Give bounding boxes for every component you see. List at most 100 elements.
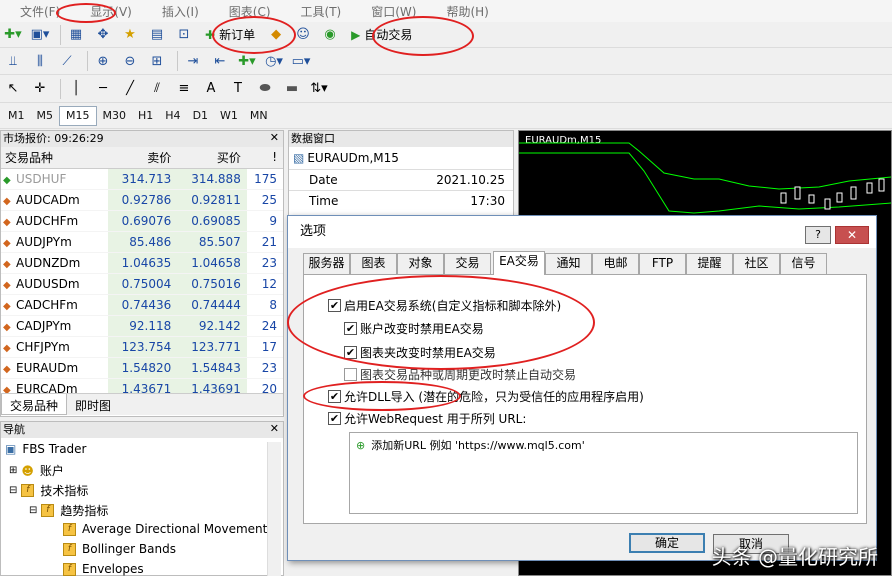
- text-label-icon[interactable]: T: [227, 78, 249, 100]
- close-icon[interactable]: ✕: [270, 422, 279, 435]
- table-row[interactable]: ◆ AUDCADm 0.92786 0.92811 25: [1, 189, 283, 211]
- tab-charts[interactable]: 图表: [350, 253, 397, 274]
- nav-item-envelopes[interactable]: f Envelopes: [63, 562, 144, 576]
- tab-ftp[interactable]: FTP: [639, 253, 686, 274]
- tf-h4[interactable]: H4: [159, 106, 186, 126]
- spread-cell: 9: [246, 210, 283, 232]
- rectangle-icon[interactable]: ▬: [281, 78, 303, 100]
- symbol-cell: ◆ AUDJPYm: [1, 231, 108, 253]
- ask-cell: 92.142: [177, 315, 247, 337]
- spread-cell: 17: [246, 336, 283, 358]
- tf-m15[interactable]: M15: [59, 105, 97, 126]
- chart-icon: ▧: [293, 151, 305, 165]
- horizontal-line-icon[interactable]: ─: [92, 78, 114, 100]
- table-row[interactable]: ◆ USDHUF 314.713 314.888 175: [1, 168, 283, 190]
- col-spread[interactable]: !: [246, 147, 283, 169]
- table-row[interactable]: ◆ CADCHFm 0.74436 0.74444 8: [1, 294, 283, 316]
- templates-icon[interactable]: ▭▾: [290, 50, 312, 72]
- tab-email[interactable]: 电邮: [592, 253, 639, 274]
- strategy-tester-icon[interactable]: ⊡: [173, 24, 195, 46]
- autoscroll-icon[interactable]: ⇤: [209, 50, 231, 72]
- chart-shift-icon[interactable]: ⇥: [182, 50, 204, 72]
- col-bid[interactable]: 卖价: [107, 147, 178, 169]
- table-row[interactable]: ◆ AUDJPYm 85.486 85.507 21: [1, 231, 283, 253]
- profiles-icon[interactable]: ▣▾: [29, 24, 51, 46]
- market-watch-tabs: 交易品种 即时图: [1, 393, 283, 415]
- market-watch-title: 市场报价: 09:26:29: [1, 131, 283, 147]
- tf-m5[interactable]: M5: [31, 106, 60, 126]
- tab-notifications[interactable]: 通知: [545, 253, 592, 274]
- collapse-icon[interactable]: ⊟: [9, 485, 17, 496]
- tab-tick-chart[interactable]: 即时图: [67, 394, 119, 415]
- candlestick-icon[interactable]: ⫼: [29, 50, 51, 72]
- url-list[interactable]: ⊕ 添加新URL 例如 'https://www.mql5.com': [349, 432, 858, 514]
- crosshair-icon[interactable]: ✥: [92, 24, 114, 46]
- line-chart-icon[interactable]: ⟋: [56, 50, 78, 72]
- tile-windows-icon[interactable]: ⊞: [146, 50, 168, 72]
- bar-chart-icon[interactable]: ⫫: [2, 50, 24, 72]
- tab-server[interactable]: 服务器: [303, 253, 350, 274]
- allow-webrequest-checkbox[interactable]: ✔ 允许WebRequest 用于所列 URL:: [328, 410, 526, 427]
- nav-item-broker[interactable]: ▣ FBS Trader: [5, 442, 87, 456]
- signals-icon[interactable]: ◉: [319, 24, 341, 46]
- expand-icon[interactable]: ⊞: [9, 465, 17, 476]
- tab-symbols[interactable]: 交易品种: [1, 394, 68, 415]
- tf-d1[interactable]: D1: [187, 106, 214, 126]
- tab-events[interactable]: 提醒: [686, 253, 733, 274]
- menu-tools[interactable]: 工具(T): [281, 3, 352, 20]
- table-row[interactable]: ◆ EURAUDm 1.54820 1.54843 23: [1, 357, 283, 379]
- favorites-icon[interactable]: ★: [119, 24, 141, 46]
- new-chart-icon[interactable]: ✚▾: [2, 24, 24, 46]
- col-ask[interactable]: 买价: [177, 147, 247, 169]
- nav-item-bollinger[interactable]: f Bollinger Bands: [63, 542, 176, 556]
- symbol-cell: ◆ EURAUDm: [1, 357, 108, 379]
- crosshair-tool-icon[interactable]: ✛: [29, 78, 51, 100]
- nav-item-indicators[interactable]: ⊟ f 技术指标: [9, 482, 88, 499]
- text-tool-icon[interactable]: A: [200, 78, 222, 100]
- fibonacci-icon[interactable]: ≡: [173, 78, 195, 100]
- tab-signals[interactable]: 信号: [780, 253, 827, 274]
- table-row[interactable]: ◆ CADJPYm 92.118 92.142 24: [1, 315, 283, 337]
- nav-item-accounts[interactable]: ⊞ ☻ 账户: [9, 462, 64, 479]
- terminal-icon[interactable]: ▤: [146, 24, 168, 46]
- table-row[interactable]: ◆ CHFJPYm 123.754 123.771 17: [1, 336, 283, 358]
- tf-m1[interactable]: M1: [2, 106, 31, 126]
- tab-trade[interactable]: 交易: [444, 253, 491, 274]
- indicator-icon: f: [63, 522, 76, 536]
- tf-mn[interactable]: MN: [244, 106, 274, 126]
- add-url-item[interactable]: ⊕ 添加新URL 例如 'https://www.mql5.com': [356, 437, 585, 453]
- table-row[interactable]: ◆ AUDCHFm 0.69076 0.69085 9: [1, 210, 283, 232]
- tab-expert-advisors[interactable]: EA交易: [493, 251, 545, 275]
- menu-insert[interactable]: 插入(I): [142, 3, 209, 20]
- nav-item-trend[interactable]: ⊟ f 趋势指标: [29, 502, 108, 519]
- bid-cell: 92.118: [107, 315, 178, 337]
- trendline-icon[interactable]: ╱: [119, 78, 141, 100]
- close-button[interactable]: ✕: [835, 226, 869, 244]
- table-row[interactable]: ◆ AUDNZDm 1.04635 1.04658 23: [1, 252, 283, 274]
- channel-icon[interactable]: ⫽: [146, 78, 168, 100]
- annotation-ellipse: [287, 275, 595, 370]
- tab-objects[interactable]: 对象: [397, 253, 444, 274]
- arrows-icon[interactable]: ⇅▾: [308, 78, 330, 100]
- close-icon[interactable]: ✕: [270, 131, 279, 144]
- tf-h1[interactable]: H1: [132, 106, 159, 126]
- nav-item-adx[interactable]: f Average Directional Movement: [63, 522, 267, 536]
- market-watch-icon[interactable]: ▦: [65, 24, 87, 46]
- tab-community[interactable]: 社区: [733, 253, 780, 274]
- vertical-line-icon[interactable]: │: [65, 78, 87, 100]
- tf-m30[interactable]: M30: [97, 106, 133, 126]
- ok-button[interactable]: 确定: [629, 533, 705, 553]
- zoom-in-icon[interactable]: ⊕: [92, 50, 114, 72]
- navigator-scrollbar[interactable]: [267, 442, 281, 576]
- tf-w1[interactable]: W1: [214, 106, 244, 126]
- zoom-out-icon[interactable]: ⊖: [119, 50, 141, 72]
- dialog-title: 选项: [288, 216, 876, 248]
- col-symbol[interactable]: 交易品种: [1, 147, 108, 169]
- collapse-icon[interactable]: ⊟: [29, 505, 37, 516]
- ellipse-icon[interactable]: ⬬: [254, 78, 276, 100]
- table-row[interactable]: ◆ AUDUSDm 0.75004 0.75016 12: [1, 273, 283, 295]
- data-window-panel: 数据窗口 ▧ EURAUDm,M15 Date 2021.10.25 Time 1…: [288, 130, 514, 220]
- cursor-icon[interactable]: ↖: [2, 78, 24, 100]
- help-button[interactable]: ?: [805, 226, 831, 244]
- periods-icon[interactable]: ◷▾: [263, 50, 285, 72]
